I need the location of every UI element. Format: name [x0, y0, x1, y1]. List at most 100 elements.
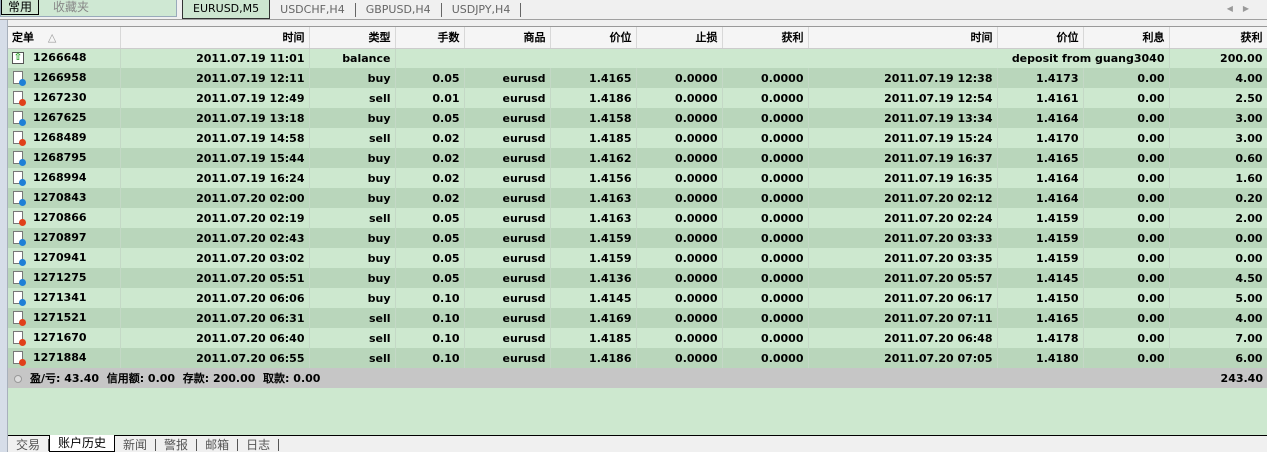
tp-cell: 0.0000 — [722, 288, 809, 308]
history-table: 定单 △ 时间 类型 手数 商品 价位 止损 获利 时间 价位 利息 获利 ⇧ 1266648 2011.… — [8, 27, 1267, 388]
sl-cell: 0.0000 — [636, 288, 723, 308]
table-row[interactable]: 1267625 2011.07.19 13:18 buy 0.05 eurusd 1.41… — [8, 108, 1267, 128]
tab-mailbox[interactable]: 邮箱 — [197, 439, 239, 451]
close-time-cell: 2011.07.19 12:38 — [808, 68, 998, 88]
table-row[interactable]: 1268994 2011.07.19 16:24 buy 0.02 eurusd 1.41… — [8, 168, 1267, 188]
column-header-open-time[interactable]: 时间 — [120, 27, 310, 49]
table-row[interactable]: 1271275 2011.07.20 05:51 buy 0.05 eurusd 1.41… — [8, 268, 1267, 288]
profit-cell: 200.00 — [1169, 48, 1267, 68]
column-header-swap[interactable]: 利息 — [1083, 27, 1170, 49]
column-header-close-time[interactable]: 时间 — [808, 27, 998, 49]
lots-cell: 0.10 — [395, 348, 465, 368]
chart-tab-usdchf[interactable]: USDCHF,H4 — [270, 3, 356, 17]
summary-text: 盈/亏: 43.40 信用额: 0.00 存款: 200.00 取款: 0.00 — [30, 372, 321, 385]
symbol-cell: eurusd — [464, 128, 551, 148]
buy-order-icon — [12, 251, 26, 266]
order-cell: 1267625 — [8, 108, 121, 128]
close-time-cell: 2011.07.20 06:48 — [808, 328, 998, 348]
close-price-cell: 1.4159 — [997, 248, 1084, 268]
column-header-sl[interactable]: 止损 — [636, 27, 723, 49]
summary-row: 盈/亏: 43.40 信用额: 0.00 存款: 200.00 取款: 0.00… — [8, 368, 1267, 388]
buy-order-icon — [12, 71, 26, 86]
sl-cell: 0.0000 — [636, 308, 723, 328]
sell-order-icon — [12, 91, 26, 106]
column-header-close-price[interactable]: 价位 — [997, 27, 1084, 49]
order-id: 1271884 — [33, 351, 87, 364]
chart-tab-gbpusd[interactable]: GBPUSD,H4 — [356, 3, 442, 17]
swap-cell: 0.00 — [1083, 148, 1170, 168]
symbol-cell: eurusd — [464, 88, 551, 108]
swap-cell: 0.00 — [1083, 268, 1170, 288]
table-row-balance[interactable]: ⇧ 1266648 2011.07.19 11:01 balance deposit f… — [8, 48, 1267, 68]
order-id: 1270843 — [33, 191, 87, 204]
close-price-cell: 1.4165 — [997, 308, 1084, 328]
open-price-cell: 1.4169 — [550, 308, 637, 328]
tab-journal[interactable]: 日志 — [238, 439, 280, 451]
table-row[interactable]: 1271341 2011.07.20 06:06 buy 0.10 eurusd 1.41… — [8, 288, 1267, 308]
order-cell: 1268489 — [8, 128, 121, 148]
column-header-tp[interactable]: 获利 — [722, 27, 809, 49]
close-time-cell: 2011.07.20 03:35 — [808, 248, 998, 268]
column-label: 利息 — [1142, 31, 1165, 45]
table-row[interactable]: 1270941 2011.07.20 03:02 buy 0.05 eurusd 1.41… — [8, 248, 1267, 268]
scroll-left-icon[interactable]: ◀ — [1227, 4, 1243, 13]
lots-cell: 0.02 — [395, 148, 465, 168]
tp-cell: 0.0000 — [722, 308, 809, 328]
sell-order-icon — [12, 211, 26, 226]
tab-favorites[interactable]: 收藏夹 — [47, 0, 95, 15]
table-row[interactable]: 1270843 2011.07.20 02:00 buy 0.02 eurusd 1.41… — [8, 188, 1267, 208]
column-label: 时间 — [970, 31, 993, 45]
column-header-type[interactable]: 类型 — [309, 27, 396, 49]
order-cell: 1271884 — [8, 348, 121, 368]
table-row[interactable]: 1268489 2011.07.19 14:58 sell 0.02 eurusd 1.4… — [8, 128, 1267, 148]
type-cell: buy — [309, 288, 396, 308]
table-row[interactable]: 1271521 2011.07.20 06:31 sell 0.10 eurusd 1.4… — [8, 308, 1267, 328]
column-label: 定单 — [12, 31, 34, 45]
close-time-cell: 2011.07.20 06:17 — [808, 288, 998, 308]
table-row[interactable]: 1271884 2011.07.20 06:55 sell 0.10 eurusd 1.4… — [8, 348, 1267, 368]
tab-account-history[interactable]: 账户历史 — [49, 435, 116, 452]
tp-cell: 0.0000 — [722, 148, 809, 168]
tp-cell: 0.0000 — [722, 168, 809, 188]
column-header-lots[interactable]: 手数 — [395, 27, 465, 49]
swap-cell: 0.00 — [1083, 188, 1170, 208]
tp-cell: 0.0000 — [722, 88, 809, 108]
chart-tab-usdjpy[interactable]: USDJPY,H4 — [442, 3, 522, 17]
column-header-symbol[interactable]: 商品 — [464, 27, 551, 49]
tab-scroll-arrows[interactable]: ◀▶ — [1227, 4, 1259, 13]
order-cell: 1270866 — [8, 208, 121, 228]
tab-news[interactable]: 新闻 — [115, 439, 157, 451]
open-price-cell: 1.4136 — [550, 268, 637, 288]
terminal-side-strip[interactable] — [0, 20, 8, 452]
table-row[interactable]: 1267230 2011.07.19 12:49 sell 0.01 eurusd 1.4… — [8, 88, 1267, 108]
symbol-cell: eurusd — [464, 288, 551, 308]
tab-trade[interactable]: 交易 — [8, 439, 50, 451]
order-id: 1266648 — [33, 51, 87, 65]
tab-alerts[interactable]: 警报 — [156, 439, 198, 451]
lots-cell: 0.05 — [395, 248, 465, 268]
close-price-cell: 1.4178 — [997, 328, 1084, 348]
table-row[interactable]: 1270897 2011.07.20 02:43 buy 0.05 eurusd 1.41… — [8, 228, 1267, 248]
column-header-open-price[interactable]: 价位 — [550, 27, 637, 49]
buy-order-icon — [12, 111, 26, 126]
close-price-cell: 1.4180 — [997, 348, 1084, 368]
column-label: 时间 — [282, 31, 305, 45]
swap-cell: 0.00 — [1083, 328, 1170, 348]
type-cell: buy — [309, 108, 396, 128]
chart-tab-eurusd[interactable]: EURUSD,M5 — [182, 0, 271, 19]
tab-common[interactable]: 常用 — [1, 0, 40, 15]
column-header-order[interactable]: 定单 △ — [8, 27, 121, 49]
close-time-cell: 2011.07.20 03:33 — [808, 228, 998, 248]
table-row[interactable]: 1270866 2011.07.20 02:19 sell 0.05 eurusd 1.4… — [8, 208, 1267, 228]
table-row[interactable]: 1266958 2011.07.19 12:11 buy 0.05 eurusd 1.41… — [8, 68, 1267, 88]
open-time-cell: 2011.07.20 02:43 — [120, 228, 310, 248]
table-row[interactable]: 1268795 2011.07.19 15:44 buy 0.02 eurusd 1.41… — [8, 148, 1267, 168]
order-id: 1268489 — [33, 131, 87, 144]
order-cell: 1266958 — [8, 68, 121, 88]
scroll-right-icon[interactable]: ▶ — [1243, 4, 1259, 13]
open-time-cell: 2011.07.20 05:51 — [120, 268, 310, 288]
close-time-cell: 2011.07.19 12:54 — [808, 88, 998, 108]
open-price-cell: 1.4156 — [550, 168, 637, 188]
table-row[interactable]: 1271670 2011.07.20 06:40 sell 0.10 eurusd 1.4… — [8, 328, 1267, 348]
column-header-profit[interactable]: 获利 — [1169, 27, 1267, 49]
